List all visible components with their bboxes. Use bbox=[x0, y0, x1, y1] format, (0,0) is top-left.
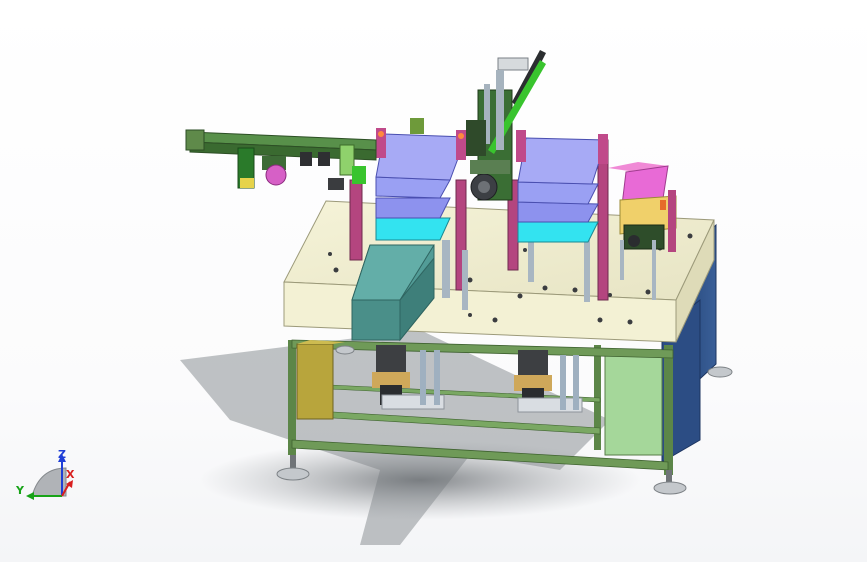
y-axis-arrow-icon bbox=[26, 492, 34, 500]
y-axis-label: Y bbox=[15, 484, 25, 497]
graphics-viewport[interactable]: Z Y X bbox=[0, 0, 867, 562]
z-axis-label: Z bbox=[58, 448, 66, 461]
model-canvas[interactable]: Z Y X bbox=[0, 0, 867, 562]
x-axis-label: X bbox=[66, 468, 75, 481]
leveling-foot-right bbox=[653, 470, 687, 495]
floor-shadow bbox=[180, 330, 640, 545]
coordinate-triad: Z Y X bbox=[15, 448, 75, 500]
lower-motor-right[interactable] bbox=[514, 350, 583, 413]
